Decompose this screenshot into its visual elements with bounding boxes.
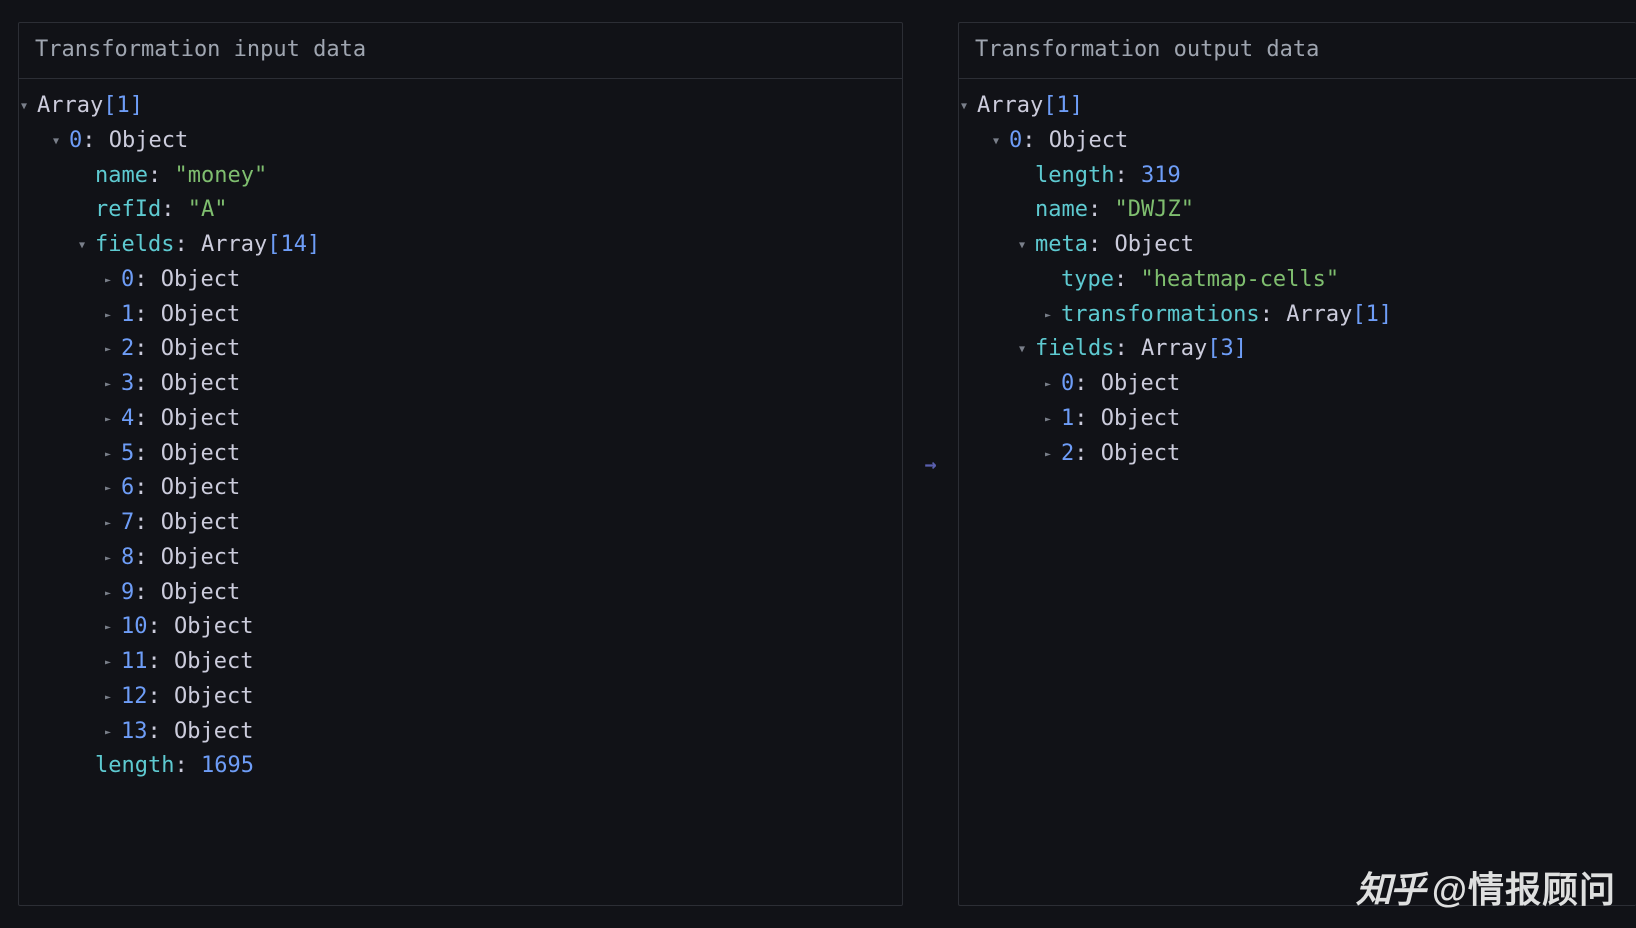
tree-node-fields[interactable]: fields: Array[3] [969,332,1626,367]
tree-node-length[interactable]: length: 1695 [29,749,892,784]
tree-node-refid[interactable]: refId: "A" [29,193,892,228]
tree-node-array-root[interactable]: Array[1] [969,89,1626,124]
output-panel-title: Transformation output data [959,23,1636,79]
tree-node-field-item[interactable]: 6: Object [29,471,892,506]
tree-node-meta[interactable]: meta: Object [969,228,1626,263]
tree-node-field-item[interactable]: 9: Object [29,576,892,611]
tree-node-name[interactable]: name: "DWJZ" [969,193,1626,228]
tree-node-field-item[interactable]: 2: Object [29,332,892,367]
tree-node-field-item[interactable]: 7: Object [29,506,892,541]
watermark-text: @情报顾问 [1432,869,1616,910]
tree-node-field-item[interactable]: 0: Object [969,367,1626,402]
input-panel: Transformation input data Array[1] 0: Ob… [18,22,903,906]
input-panel-title: Transformation input data [19,23,902,79]
panel-divider: → [903,0,958,928]
tree-node-item-0[interactable]: 0: Object [969,124,1626,159]
tree-node-name[interactable]: name: "money" [29,159,892,194]
tree-node-item-0[interactable]: 0: Object [29,124,892,159]
arrow-right-icon: → [924,452,936,476]
tree-node-field-item[interactable]: 13: Object [29,715,892,750]
watermark: 知乎@情报顾问 [1356,861,1616,913]
tree-node-field-item[interactable]: 11: Object [29,645,892,680]
tree-node-field-item[interactable]: 5: Object [29,437,892,472]
tree-node-field-item[interactable]: 3: Object [29,367,892,402]
tree-node-field-item[interactable]: 4: Object [29,402,892,437]
tree-node-field-item[interactable]: 10: Object [29,610,892,645]
tree-node-field-item[interactable]: 2: Object [969,437,1626,472]
tree-node-field-item[interactable]: 12: Object [29,680,892,715]
output-panel: Transformation output data Array[1] 0: O… [958,22,1636,906]
output-panel-body: Array[1] 0: Object length: 319 name: "DW… [959,79,1636,487]
tree-node-length[interactable]: length: 319 [969,159,1626,194]
tree-node-transformations[interactable]: transformations: Array[1] [969,298,1626,333]
tree-node-array-root[interactable]: Array[1] [29,89,892,124]
input-panel-body: Array[1] 0: Object name: "money" refId: … [19,79,902,800]
tree-node-field-item[interactable]: 8: Object [29,541,892,576]
tree-node-field-item[interactable]: 1: Object [969,402,1626,437]
zhihu-logo: 知乎 [1356,869,1424,910]
tree-node-field-item[interactable]: 0: Object [29,263,892,298]
tree-node-field-item[interactable]: 1: Object [29,298,892,333]
tree-node-meta-type[interactable]: type: "heatmap-cells" [969,263,1626,298]
tree-node-fields[interactable]: fields: Array[14] [29,228,892,263]
